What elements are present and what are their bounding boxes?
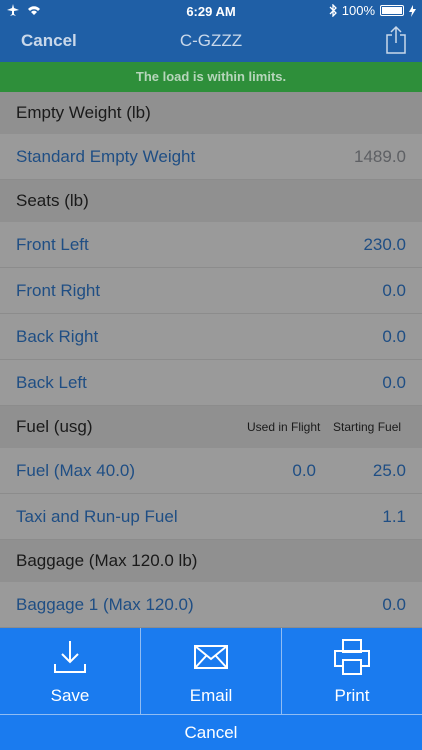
- share-action-sheet: Save Email Print: [0, 628, 422, 714]
- row-label: Standard Empty Weight: [16, 147, 196, 166]
- row-label: Back Right: [16, 327, 99, 346]
- row-value: 230.0: [363, 235, 406, 254]
- navigation-bar: Cancel C-GZZZ: [0, 22, 422, 62]
- bluetooth-icon: [329, 4, 337, 17]
- status-bar: 6:29 AM 100%: [0, 0, 422, 22]
- starting-fuel-column-label: Starting Fuel: [333, 420, 402, 434]
- row-back-right[interactable]: Back Right 0.0: [0, 314, 422, 360]
- row-value: 0.0: [382, 281, 406, 300]
- battery-percent: 100%: [341, 3, 375, 18]
- row-value: 0.0: [382, 373, 406, 392]
- row-value: 0.0: [382, 327, 406, 346]
- row-label: Fuel (Max 40.0): [16, 461, 136, 480]
- envelope-icon: [194, 645, 228, 669]
- weight-balance-list[interactable]: Empty Weight (lb) Standard Empty Weight …: [0, 92, 422, 628]
- used-in-flight-column-label: Used in Flight: [247, 420, 321, 434]
- section-header-empty-weight: Empty Weight (lb): [0, 92, 422, 134]
- load-status-banner: The load is within limits.: [0, 62, 422, 92]
- row-value: 0.0: [382, 595, 406, 614]
- row-standard-empty-weight[interactable]: Standard Empty Weight 1489.0: [0, 134, 422, 180]
- row-label: Baggage 1 (Max 120.0): [16, 595, 194, 614]
- row-label: Front Left: [16, 235, 89, 254]
- share-icon[interactable]: [384, 25, 408, 55]
- row-label: Front Right: [16, 281, 101, 300]
- printer-icon: [334, 639, 370, 675]
- row-taxi-runup-fuel[interactable]: Taxi and Run-up Fuel 1.1: [0, 494, 422, 540]
- download-icon: [54, 641, 86, 673]
- page-title: C-GZZZ: [179, 31, 243, 50]
- action-sheet-cancel-button[interactable]: Cancel: [0, 714, 422, 750]
- print-button[interactable]: Print: [282, 628, 422, 714]
- save-button[interactable]: Save: [0, 628, 141, 714]
- section-header-label: Fuel (usg): [16, 417, 93, 436]
- status-right: 100%: [329, 3, 416, 18]
- section-header-fuel: Fuel (usg) Used in Flight Starting Fuel: [0, 406, 422, 448]
- email-button[interactable]: Email: [141, 628, 282, 714]
- section-header-seats: Seats (lb): [0, 180, 422, 222]
- email-label: Email: [189, 686, 233, 705]
- used-in-flight-value[interactable]: 0.0: [292, 448, 316, 494]
- row-fuel[interactable]: Fuel (Max 40.0) 0.0 25.0: [0, 448, 422, 494]
- section-header-baggage: Baggage (Max 120.0 lb): [0, 540, 422, 582]
- row-label: Taxi and Run-up Fuel: [16, 507, 178, 526]
- row-back-left[interactable]: Back Left 0.0: [0, 360, 422, 406]
- charging-icon: [409, 4, 416, 17]
- save-label: Save: [50, 686, 90, 705]
- row-label: Back Left: [16, 373, 87, 392]
- row-front-right[interactable]: Front Right 0.0: [0, 268, 422, 314]
- print-label: Print: [334, 686, 370, 705]
- starting-fuel-value[interactable]: 25.0: [373, 448, 406, 494]
- row-front-left[interactable]: Front Left 230.0: [0, 222, 422, 268]
- row-value: 1.1: [382, 507, 406, 526]
- row-value: 1489.0: [354, 147, 406, 166]
- battery-icon: [380, 5, 404, 16]
- row-baggage-1[interactable]: Baggage 1 (Max 120.0) 0.0: [0, 582, 422, 628]
